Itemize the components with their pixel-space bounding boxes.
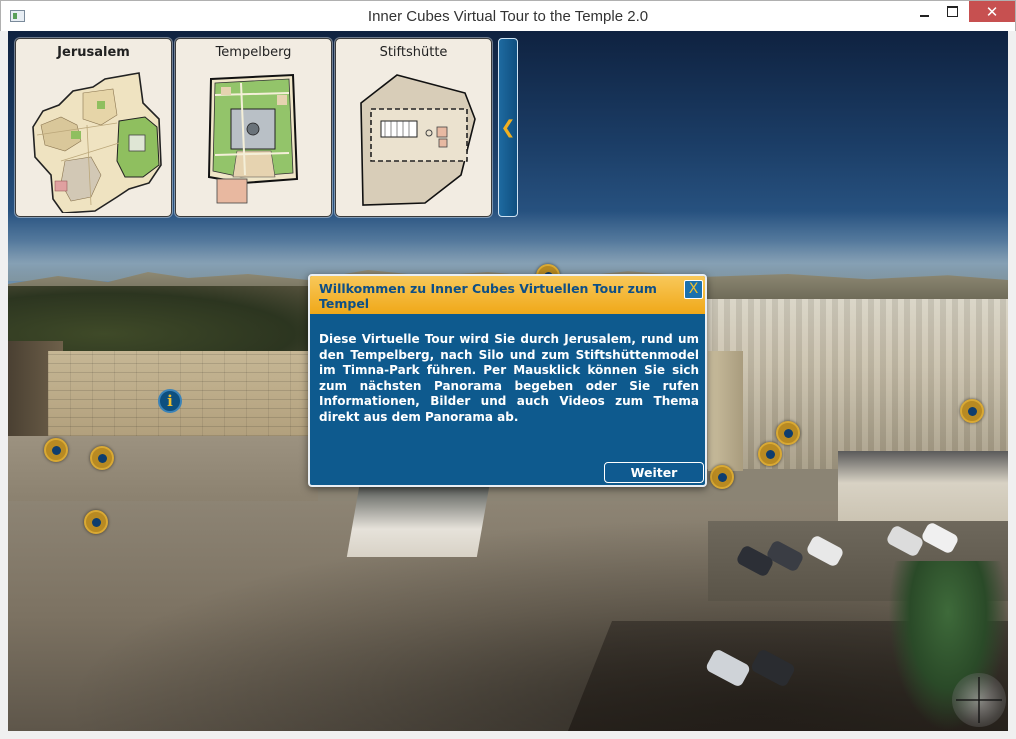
panorama-hotspot[interactable] (90, 446, 114, 470)
maximize-button[interactable] (938, 1, 966, 22)
welcome-dialog: Willkommen zu Inner Cubes Virtuellen Tou… (308, 274, 707, 487)
jerusalem-map-icon (32, 72, 162, 213)
minimize-button[interactable] (910, 1, 938, 22)
panorama-hotspot[interactable] (758, 442, 782, 466)
next-button[interactable]: Weiter (604, 462, 704, 483)
panorama-hotspot[interactable] (44, 438, 68, 462)
panorama-viewport[interactable]: i Jerusalem Tempelberg Stiftshütte ❮ Wil… (8, 31, 1008, 731)
map-card-stiftshuette[interactable]: Stiftshütte (335, 38, 492, 217)
map-card-label: Stiftshütte (379, 45, 448, 60)
panorama-hotspot[interactable] (960, 399, 984, 423)
dialog-body: Diese Virtuelle Tour wird Sie durch Jeru… (319, 332, 699, 424)
info-icon[interactable]: i (158, 389, 182, 413)
temple-mount-map-icon (207, 73, 299, 204)
panorama-hotspot[interactable] (710, 465, 734, 489)
pavilion (838, 451, 1008, 531)
map-card-label: Tempelberg (215, 45, 292, 60)
collapse-maps-button[interactable]: ❮ (498, 38, 518, 217)
panorama-hotspot[interactable] (776, 421, 800, 445)
dialog-header: Willkommen zu Inner Cubes Virtuellen Tou… (310, 276, 705, 314)
navigation-compass-icon[interactable] (952, 673, 1006, 727)
map-card-jerusalem[interactable]: Jerusalem (15, 38, 172, 217)
window-title: Inner Cubes Virtual Tour to the Temple 2… (367, 8, 649, 25)
dialog-title: Willkommen zu Inner Cubes Virtuellen Tou… (319, 281, 657, 311)
shelter-building (346, 487, 490, 557)
dialog-close-button[interactable]: X (684, 280, 703, 299)
title-bar: Inner Cubes Virtual Tour to the Temple 2… (0, 0, 1016, 31)
tabernacle-map-icon (360, 74, 476, 206)
close-window-button[interactable]: ✕ (969, 1, 1015, 22)
chevron-left-icon: ❮ (500, 117, 516, 138)
panorama-hotspot[interactable] (84, 510, 108, 534)
map-card-tempelberg[interactable]: Tempelberg (175, 38, 332, 217)
western-wall (48, 351, 318, 436)
map-card-label: Jerusalem (57, 45, 130, 60)
tower (708, 351, 743, 471)
sky-horizon (8, 211, 1008, 281)
